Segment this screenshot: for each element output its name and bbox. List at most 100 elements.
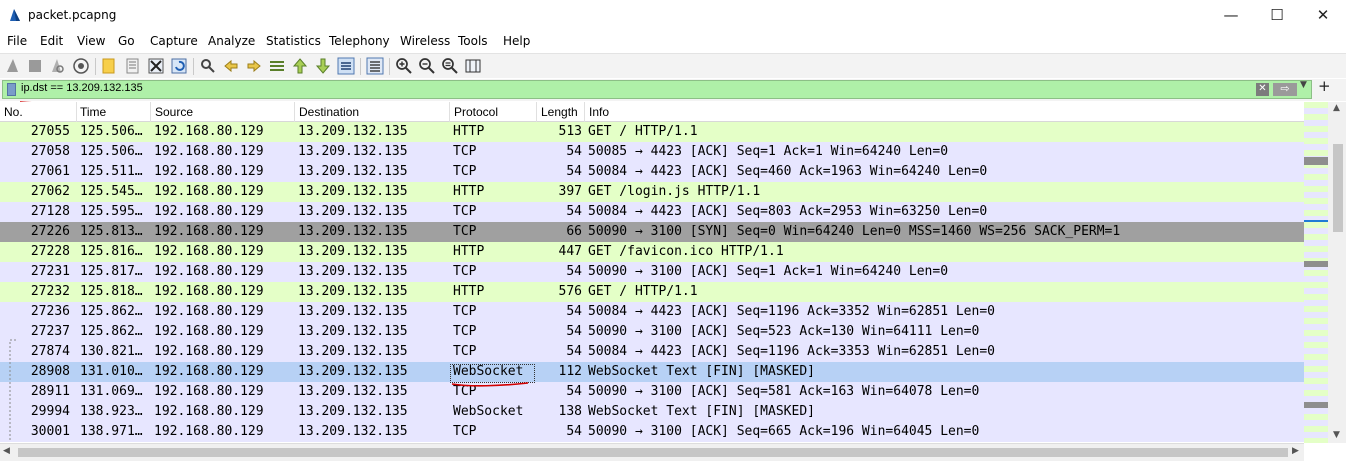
last-packet-icon[interactable]	[314, 57, 332, 75]
capture-options-icon[interactable]	[72, 57, 90, 75]
packet-row[interactable]: 27228 125.816… 192.168.80.129 13.209.132.13…	[0, 242, 1304, 262]
packet-protocol: HTTP	[453, 284, 485, 299]
packet-info: WebSocket Text [FIN] [MASKED]	[588, 404, 815, 419]
scroll-up-icon[interactable]: ▲	[1333, 103, 1340, 113]
packet-source: 192.168.80.129	[154, 144, 264, 159]
menu-go[interactable]: Go	[118, 34, 135, 48]
go-back-icon[interactable]	[222, 57, 240, 75]
go-forward-icon[interactable]	[245, 57, 263, 75]
column-destination[interactable]: Destination	[299, 105, 359, 119]
vertical-scrollbar[interactable]: ▲ ▼	[1330, 102, 1346, 443]
reload-file-icon[interactable]	[170, 57, 188, 75]
packet-row[interactable]: 27058 125.506… 192.168.80.129 13.209.132.13…	[0, 142, 1304, 162]
packet-list-scroll-area: ▲ ▼	[1304, 102, 1346, 443]
display-filter-text[interactable]: ip.dst == 13.209.132.135	[21, 82, 143, 94]
maximize-button[interactable]: ☐	[1254, 0, 1300, 32]
column-protocol[interactable]: Protocol	[454, 105, 498, 119]
colorize-icon[interactable]	[366, 57, 384, 75]
column-source[interactable]: Source	[155, 105, 193, 119]
packet-row[interactable]: 27232 125.818… 192.168.80.129 13.209.132.13…	[0, 282, 1304, 302]
packet-source: 192.168.80.129	[154, 304, 264, 319]
packet-info: GET /login.js HTTP/1.1	[588, 184, 761, 199]
related-packets-bracket	[9, 339, 16, 442]
menu-file[interactable]: File	[7, 34, 27, 48]
menu-help[interactable]: Help	[503, 34, 530, 48]
menu-wireless[interactable]: Wireless	[400, 34, 450, 48]
save-file-icon[interactable]	[124, 57, 142, 75]
menu-statistics[interactable]: Statistics	[266, 34, 321, 48]
scroll-down-icon[interactable]: ▼	[1333, 430, 1340, 440]
menu-tools[interactable]: Tools	[458, 34, 488, 48]
open-file-icon[interactable]	[100, 57, 118, 75]
packet-source: 192.168.80.129	[154, 404, 264, 419]
packet-row[interactable]: 27231 125.817… 192.168.80.129 13.209.132.13…	[0, 262, 1304, 282]
packet-row[interactable]: 27062 125.545… 192.168.80.129 13.209.132.13…	[0, 182, 1304, 202]
first-packet-icon[interactable]	[291, 57, 309, 75]
display-filter-input[interactable]: ip.dst == 13.209.132.135 ✕ ⇨	[2, 80, 1312, 99]
close-file-icon[interactable]	[147, 57, 165, 75]
packet-time: 131.010…	[80, 364, 143, 379]
clear-filter-icon[interactable]: ✕	[1256, 83, 1269, 96]
packet-source: 192.168.80.129	[154, 164, 264, 179]
normal-size-icon[interactable]	[441, 57, 459, 75]
packet-source: 192.168.80.129	[154, 364, 264, 379]
packet-info: GET / HTTP/1.1	[588, 284, 698, 299]
packet-length: 54	[566, 344, 582, 359]
minimize-button[interactable]: —	[1208, 0, 1254, 32]
packet-row[interactable]: 27236 125.862… 192.168.80.129 13.209.132.13…	[0, 302, 1304, 322]
apply-filter-icon[interactable]: ⇨	[1273, 83, 1297, 96]
filter-history-dropdown-icon[interactable]: ▼	[1300, 80, 1307, 90]
packet-protocol: TCP	[453, 324, 477, 339]
packet-row[interactable]: 27237 125.862… 192.168.80.129 13.209.132.13…	[0, 322, 1304, 342]
packet-info: 50084 → 4423 [ACK] Seq=460 Ack=1963 Win=…	[588, 164, 988, 179]
bookmark-icon[interactable]	[7, 83, 16, 96]
menu-telephony[interactable]: Telephony	[329, 34, 390, 48]
menu-edit[interactable]: Edit	[40, 34, 63, 48]
zoom-out-icon[interactable]	[418, 57, 436, 75]
packet-row[interactable]: 30001 138.971… 192.168.80.129 13.209.132.13…	[0, 422, 1304, 442]
packet-info: 50090 → 3100 [ACK] Seq=1 Ack=1 Win=64240…	[588, 264, 949, 279]
packet-destination: 13.209.132.135	[298, 144, 408, 159]
packet-row[interactable]: 28908 131.010… 192.168.80.129 13.209.132.13…	[0, 362, 1304, 382]
packet-source: 192.168.80.129	[154, 184, 264, 199]
scroll-right-icon[interactable]: ▶	[1292, 446, 1299, 456]
find-packet-icon[interactable]	[199, 57, 217, 75]
packet-row[interactable]: 27874 130.821… 192.168.80.129 13.209.132.13…	[0, 342, 1304, 362]
column-time[interactable]: Time	[80, 105, 106, 119]
scroll-left-icon[interactable]: ◀	[3, 446, 10, 456]
go-to-packet-icon[interactable]	[268, 57, 286, 75]
packet-time: 125.862…	[80, 304, 143, 319]
horizontal-scroll-thumb[interactable]	[18, 448, 1288, 457]
packet-row[interactable]: 27055 125.506… 192.168.80.129 13.209.132.13…	[0, 122, 1304, 142]
packet-info: 50084 → 4423 [ACK] Seq=1196 Ack=3352 Win…	[588, 304, 995, 319]
packet-protocol: TCP	[453, 264, 477, 279]
packet-row[interactable]: 27061 125.511… 192.168.80.129 13.209.132.13…	[0, 162, 1304, 182]
zoom-in-icon[interactable]	[395, 57, 413, 75]
intelligent-scrollbar-minimap[interactable]	[1304, 102, 1328, 443]
resize-columns-icon[interactable]	[464, 57, 482, 75]
close-button[interactable]: ✕	[1300, 0, 1346, 32]
packet-row[interactable]: 27226 125.813… 192.168.80.129 13.209.132.13…	[0, 222, 1304, 242]
main-toolbar	[0, 53, 1346, 78]
packet-time: 138.971…	[80, 424, 143, 439]
column-length[interactable]: Length	[541, 105, 578, 119]
menu-analyze[interactable]: Analyze	[208, 34, 255, 48]
stop-capture-icon[interactable]	[26, 57, 44, 75]
column-no[interactable]: No.	[4, 105, 23, 119]
packet-row[interactable]: 29994 138.923… 192.168.80.129 13.209.132.13…	[0, 402, 1304, 422]
column-info[interactable]: Info	[589, 105, 609, 119]
horizontal-scrollbar[interactable]: ◀ ▶	[0, 443, 1304, 461]
packet-list-header: No. Time Source Destination Protocol Len…	[0, 102, 1304, 122]
start-capture-icon[interactable]	[4, 57, 22, 75]
add-filter-button[interactable]: +	[1318, 77, 1331, 95]
vertical-scroll-thumb[interactable]	[1333, 144, 1343, 232]
menu-capture[interactable]: Capture	[150, 34, 198, 48]
packet-length: 54	[566, 144, 582, 159]
packet-destination: 13.209.132.135	[298, 304, 408, 319]
auto-scroll-icon[interactable]	[337, 57, 355, 75]
menu-view[interactable]: View	[77, 34, 105, 48]
restart-capture-icon[interactable]	[48, 57, 66, 75]
packet-row[interactable]: 27128 125.595… 192.168.80.129 13.209.132.13…	[0, 202, 1304, 222]
packet-row[interactable]: 28911 131.069… 192.168.80.129 13.209.132.13…	[0, 382, 1304, 402]
packet-info: 50090 → 3100 [ACK] Seq=523 Ack=130 Win=6…	[588, 324, 980, 339]
